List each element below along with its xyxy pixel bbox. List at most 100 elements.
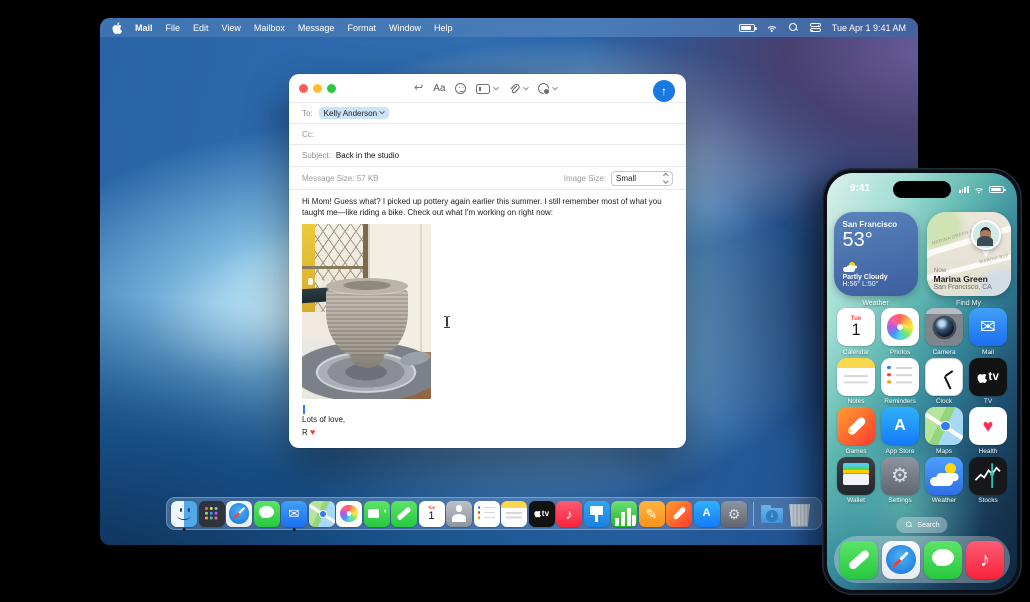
to-field[interactable]: To: Kelly Anderson [289, 102, 686, 123]
close-window-button[interactable] [299, 84, 308, 93]
dock-numbers[interactable] [611, 500, 637, 527]
iphone-dock-messages[interactable] [924, 540, 962, 579]
menu-edit[interactable]: Edit [193, 23, 209, 33]
compose-toolbar: ↩ Aa [414, 80, 559, 97]
menu-file[interactable]: File [166, 23, 181, 33]
iphone-app-wallet[interactable]: Wallet [834, 456, 878, 504]
iphone-app-notes[interactable]: Notes [834, 357, 878, 405]
iphone-app-weather[interactable]: Weather [922, 456, 966, 504]
subject-field[interactable]: Subject: Back in the studio [289, 144, 686, 166]
wifi-icon[interactable] [765, 23, 778, 32]
dock-games[interactable] [666, 500, 692, 527]
iphone-app-stocks[interactable]: Stocks [966, 456, 1010, 504]
zoom-window-button[interactable] [327, 84, 336, 93]
menu-message[interactable]: Message [298, 23, 335, 33]
window-titlebar: ↩ Aa ↑ [289, 74, 686, 102]
iphone-app-photos[interactable]: Photos [878, 308, 922, 356]
dock-facetime[interactable] [363, 500, 390, 527]
dock-photos[interactable] [336, 500, 362, 527]
chevron-down-icon [523, 84, 530, 90]
subject-value: Back in the studio [335, 151, 400, 160]
menu-view[interactable]: View [222, 23, 241, 33]
dock-launchpad[interactable] [198, 500, 225, 527]
send-button[interactable]: ↑ [653, 80, 675, 102]
finder-app-icon [171, 500, 197, 527]
header-fields-button[interactable] [476, 83, 500, 94]
iphone-dock-safari[interactable] [882, 540, 920, 579]
dock-downloads[interactable]: ↓ [759, 501, 785, 527]
iphone-app-camera[interactable]: Camera [922, 308, 966, 356]
iphone-app-calendar[interactable]: Tue 1 Calendar [834, 308, 878, 356]
apple-menu-icon[interactable] [112, 21, 123, 34]
dock-appstore[interactable]: A [693, 500, 720, 527]
menu-help[interactable]: Help [434, 23, 453, 33]
calendar-app-icon: Tue 1 [418, 500, 445, 527]
phone-app-icon [840, 540, 878, 579]
messages-app-icon [924, 540, 962, 579]
menu-mailbox[interactable]: Mailbox [254, 23, 285, 33]
minimize-window-button[interactable] [313, 84, 322, 93]
app-label: Mail [982, 348, 994, 356]
iphone-app-games[interactable]: Games [834, 407, 878, 455]
dock-settings[interactable]: ⚙ [721, 500, 747, 527]
attach-file-button[interactable] [508, 83, 530, 95]
menu-bar-status: Tue Apr 1 9:41 AM [738, 22, 906, 33]
search-icon[interactable] [788, 22, 799, 33]
dock-music[interactable]: ♪ [556, 500, 582, 527]
paperclip-icon [510, 83, 521, 93]
dock-phone[interactable] [391, 500, 417, 527]
iphone-app-reminders[interactable]: Reminders [878, 357, 922, 405]
recipient-token[interactable]: Kelly Anderson [318, 107, 390, 119]
launchpad-app-icon [198, 500, 225, 527]
dock-mail[interactable]: ✉ [281, 500, 307, 531]
undo-icon[interactable]: ↩ [414, 83, 423, 94]
iphone-app-clock[interactable]: Clock [922, 357, 966, 405]
app-label: Reminders [884, 398, 916, 405]
image-size-select[interactable]: Small [611, 170, 673, 186]
control-center-icon[interactable] [809, 23, 821, 32]
iphone-app-mail[interactable]: ✉ Mail [966, 308, 1010, 356]
menu-window[interactable]: Window [389, 23, 421, 33]
dock-calendar[interactable]: Tue 1 [418, 500, 445, 527]
dock-messages[interactable] [253, 500, 280, 527]
mac-display: Mail File Edit View Mailbox Message Format Wind… [100, 18, 918, 545]
dock-trash[interactable] [787, 501, 813, 527]
menu-format[interactable]: Format [347, 23, 376, 33]
iphone-app-maps[interactable]: Maps [922, 407, 966, 455]
iphone-dock-phone[interactable] [840, 540, 878, 579]
dock-maps[interactable] [308, 500, 335, 527]
home-search-pill[interactable]: Search [896, 517, 948, 533]
battery-icon[interactable] [738, 23, 757, 32]
dock-safari[interactable] [226, 500, 252, 527]
emoji-picker-icon[interactable] [455, 83, 467, 94]
menu-mail[interactable]: Mail [135, 23, 153, 33]
to-label: To: [302, 108, 313, 118]
ibeam-cursor [443, 316, 451, 329]
dynamic-island [893, 181, 951, 198]
iphone-dock-music[interactable]: ♪ [966, 540, 1004, 579]
dock-contacts[interactable] [446, 500, 472, 527]
weather-widget[interactable]: San Francisco 53° Partly Cloudy H:56° L:… [833, 212, 918, 296]
insert-media-button[interactable] [538, 83, 559, 95]
cellular-signal-icon [958, 185, 969, 194]
iphone-app-tv[interactable]: tv TV [966, 357, 1010, 405]
dock-keynote[interactable] [583, 500, 610, 527]
image-size-label: Image Size: [563, 173, 606, 183]
dock-tv[interactable]: tv [528, 500, 555, 527]
find-my-widget[interactable]: MARINA GREEN DR MARINA BLV Now Marina Gr… [926, 212, 1011, 296]
app-label: Stocks [978, 497, 998, 504]
dock-pages[interactable]: ✎ [638, 500, 665, 527]
menu-bar-clock[interactable]: Tue Apr 1 9:41 AM [832, 23, 906, 33]
iphone-app-health[interactable]: ♥ Health [966, 407, 1010, 455]
pottery-photo-attachment[interactable] [302, 224, 431, 400]
format-font-button[interactable]: Aa [433, 83, 445, 94]
dock-reminders[interactable] [473, 500, 500, 527]
dock-notes[interactable] [501, 500, 527, 527]
cc-field[interactable]: Cc: [289, 123, 686, 144]
iphone-app-appstore[interactable]: A App Store [878, 407, 922, 455]
dock-finder[interactable] [171, 500, 197, 531]
app-menus: Mail File Edit View Mailbox Message Format Wind… [135, 23, 453, 33]
message-body[interactable]: Hi Mom! Guess what? I picked up pottery … [289, 189, 686, 439]
running-indicator [182, 528, 186, 531]
iphone-app-settings[interactable]: ⚙ Settings [878, 456, 922, 504]
